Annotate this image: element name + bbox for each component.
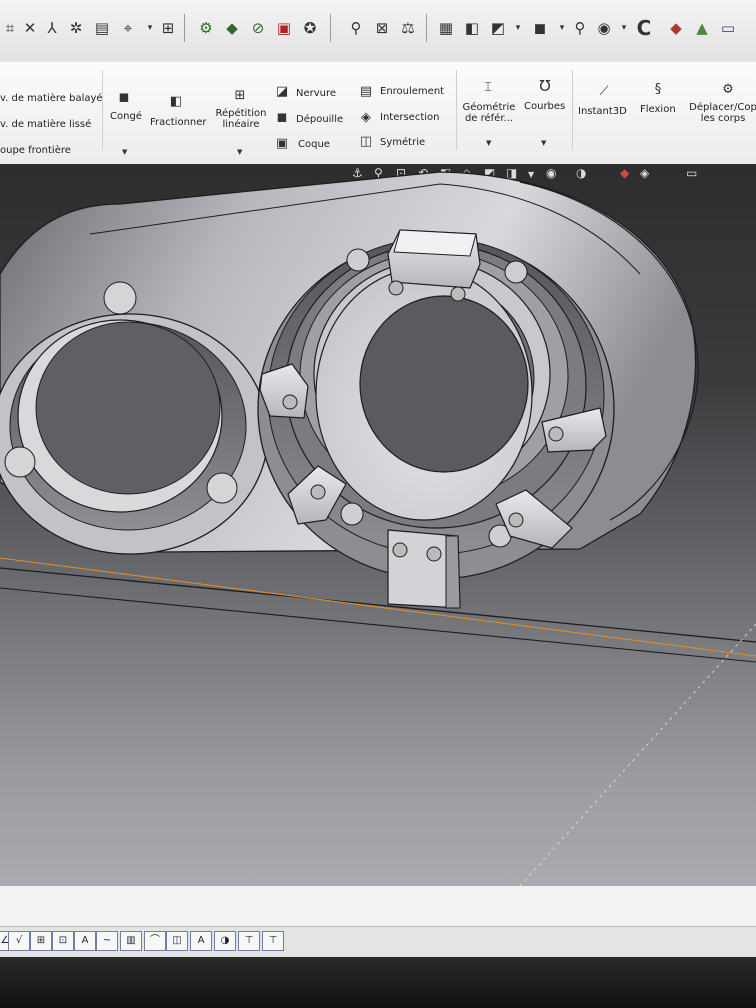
graphics-area[interactable]: ⚓ ⚲ ⊡ ⟲ ◧ ◇ ◩ ◨ ▼ ◉ ◑ ◆ ◈ ▭ bbox=[0, 164, 756, 886]
search-icon[interactable]: ⚲ bbox=[346, 18, 366, 38]
mass-properties-icon[interactable]: ⚖ bbox=[398, 18, 418, 38]
fillet-icon: ◼ bbox=[118, 90, 130, 105]
measure-icon[interactable]: ⊠ bbox=[372, 18, 392, 38]
sketch-line bbox=[519, 623, 756, 886]
rotate-icon[interactable]: ⊞ bbox=[158, 18, 178, 38]
linear-pattern-button[interactable]: Répétition linéaire bbox=[214, 108, 268, 130]
sketch-line bbox=[0, 557, 756, 657]
relation-icon[interactable]: ⅄ bbox=[42, 18, 62, 38]
settings-icon[interactable]: ✪ bbox=[300, 18, 320, 38]
flex-button[interactable]: Flexion bbox=[640, 104, 676, 115]
horizontal-line-icon[interactable]: ⊤ bbox=[238, 931, 260, 951]
mirror-icon: ◫ bbox=[359, 134, 373, 149]
monitor-bezel bbox=[0, 957, 756, 1008]
sketch-relations-toolbar: ∠ √ ⊞ ⊡ A ~ ▥ ⌒ ◫ A ◑ ⊤ ⊤ bbox=[0, 926, 756, 957]
cad-model-view bbox=[0, 171, 756, 886]
dropdown-icon[interactable]: ▾ bbox=[614, 18, 634, 38]
base-plate-edge bbox=[0, 587, 756, 663]
shell-icon: ▣ bbox=[275, 136, 289, 151]
split-icon: ◧ bbox=[169, 94, 183, 109]
draft-icon: ◼ bbox=[276, 110, 288, 125]
rib-icon: ◪ bbox=[275, 84, 289, 99]
pattern-icon[interactable]: ▥ bbox=[120, 931, 142, 951]
rebuild-icon[interactable]: C bbox=[634, 16, 654, 40]
sketch-fillet-icon[interactable]: ⊡ bbox=[52, 931, 74, 951]
monitor-icon[interactable]: ▭ bbox=[718, 18, 738, 38]
cad-screen: ⌗ ✕ ⅄ ✲ ▤ ⌖ ▾ ⊞ ⚙ ◆ ⊘ ▣ ✪ ⚲ ⊠ ⚖ ▦ ◧ ◩ ▾ … bbox=[0, 0, 756, 1008]
instant3d-icon: ⟋ bbox=[599, 84, 609, 99]
draft-button[interactable]: Dépouille bbox=[296, 114, 343, 125]
rib-button[interactable]: Nervure bbox=[296, 88, 336, 99]
pattern-dropdown-icon[interactable]: ▼ bbox=[237, 148, 242, 156]
wrap-icon: ▤ bbox=[359, 84, 373, 99]
trim-icon[interactable]: ✲ bbox=[66, 18, 86, 38]
move-copy-bodies-icon: ⚙ bbox=[722, 82, 734, 97]
image-icon[interactable]: ▣ bbox=[274, 18, 294, 38]
base-plate-edge bbox=[0, 567, 756, 643]
bolt-hole bbox=[346, 248, 370, 272]
scene-icon[interactable]: ▲ bbox=[692, 18, 712, 38]
clamp-tab-bottom bbox=[387, 529, 461, 609]
left-bolt-hole bbox=[4, 446, 36, 478]
spline-icon[interactable]: ~ bbox=[96, 931, 118, 951]
shell-button[interactable]: Coque bbox=[298, 139, 330, 150]
grid-icon[interactable]: ⊞ bbox=[30, 931, 52, 951]
zoom-icon[interactable]: ⚲ bbox=[570, 18, 590, 38]
bolt-hole bbox=[504, 260, 528, 284]
offset-entities-icon[interactable]: ◫ bbox=[166, 931, 188, 951]
toggle-icon[interactable]: ◆ bbox=[222, 18, 242, 38]
smart-dimension-icon[interactable]: ✕ bbox=[20, 18, 40, 38]
part-icon[interactable]: ◩ bbox=[488, 18, 508, 38]
cube-icon[interactable]: ◧ bbox=[462, 18, 482, 38]
vertical-line-icon[interactable]: ⊤ bbox=[262, 931, 284, 951]
dropdown-icon[interactable]: ▾ bbox=[508, 18, 528, 38]
command-toolbar: ⌗ ✕ ⅄ ✲ ▤ ⌖ ▾ ⊞ ⚙ ◆ ⊘ ▣ ✪ ⚲ ⊠ ⚖ ▦ ◧ ◩ ▾ … bbox=[0, 0, 756, 63]
boundary-cut-button[interactable]: oupe frontière bbox=[0, 145, 71, 156]
centroid-icon[interactable]: ◑ bbox=[214, 931, 236, 951]
fillet-button[interactable]: Congé bbox=[110, 111, 142, 122]
left-bore-shadow bbox=[35, 321, 221, 495]
eye-icon[interactable]: ◉ bbox=[594, 18, 614, 38]
curves-button[interactable]: Courbes bbox=[524, 101, 565, 112]
linear-pattern-icon: ⊞ bbox=[234, 88, 246, 103]
flex-icon: § bbox=[654, 82, 662, 97]
offset-icon[interactable]: ▤ bbox=[92, 18, 112, 38]
reference-geometry-icon: ⌶ bbox=[484, 80, 492, 95]
wrap-button[interactable]: Enroulement bbox=[380, 86, 444, 97]
repair-icon[interactable]: ⌖ bbox=[118, 18, 138, 38]
text-icon[interactable]: A bbox=[74, 931, 96, 951]
mirror-button[interactable]: Symétrie bbox=[380, 137, 425, 148]
sketch-icon[interactable]: ⌗ bbox=[0, 18, 20, 38]
appearance-icon[interactable]: ◆ bbox=[666, 18, 686, 38]
swept-cut-button[interactable]: v. de matière balayé bbox=[0, 93, 103, 104]
annotation-icon[interactable]: A bbox=[190, 931, 212, 951]
lofted-cut-button[interactable]: v. de matière lissé bbox=[0, 119, 91, 130]
right-bore-hole bbox=[359, 295, 529, 473]
reference-geometry-button[interactable]: Géométrie de référ... bbox=[462, 102, 516, 124]
arrow-down-icon[interactable]: ▾ bbox=[140, 18, 160, 38]
left-bolt-hole bbox=[206, 472, 238, 504]
intersect-icon: ◈ bbox=[361, 110, 371, 125]
dropdown-icon[interactable]: ▾ bbox=[552, 18, 572, 38]
check-icon[interactable]: ⊘ bbox=[248, 18, 268, 38]
ref-geometry-dropdown-icon[interactable]: ▼ bbox=[486, 139, 491, 147]
move-copy-bodies-button[interactable]: Déplacer/Cop les corps bbox=[688, 102, 756, 124]
fillet-dropdown-icon[interactable]: ▼ bbox=[122, 148, 127, 156]
bolt-hole bbox=[340, 502, 364, 526]
curves-dropdown-icon[interactable]: ▼ bbox=[541, 139, 546, 147]
split-button[interactable]: Fractionner bbox=[150, 117, 207, 128]
intersect-button[interactable]: Intersection bbox=[380, 112, 440, 123]
mate-icon[interactable]: ⚙ bbox=[196, 18, 216, 38]
left-bolt-hole bbox=[103, 281, 137, 315]
instant3d-button[interactable]: Instant3D bbox=[578, 106, 627, 117]
curves-icon: Ʊ bbox=[539, 77, 551, 95]
folder-icon[interactable]: ▦ bbox=[436, 18, 456, 38]
view-cube-icon[interactable]: ◼ bbox=[530, 18, 550, 38]
features-ribbon: v. de matière balayé v. de matière lissé… bbox=[0, 62, 756, 165]
check-sketch-icon[interactable]: √ bbox=[8, 931, 30, 951]
arc-icon[interactable]: ⌒ bbox=[144, 931, 166, 951]
